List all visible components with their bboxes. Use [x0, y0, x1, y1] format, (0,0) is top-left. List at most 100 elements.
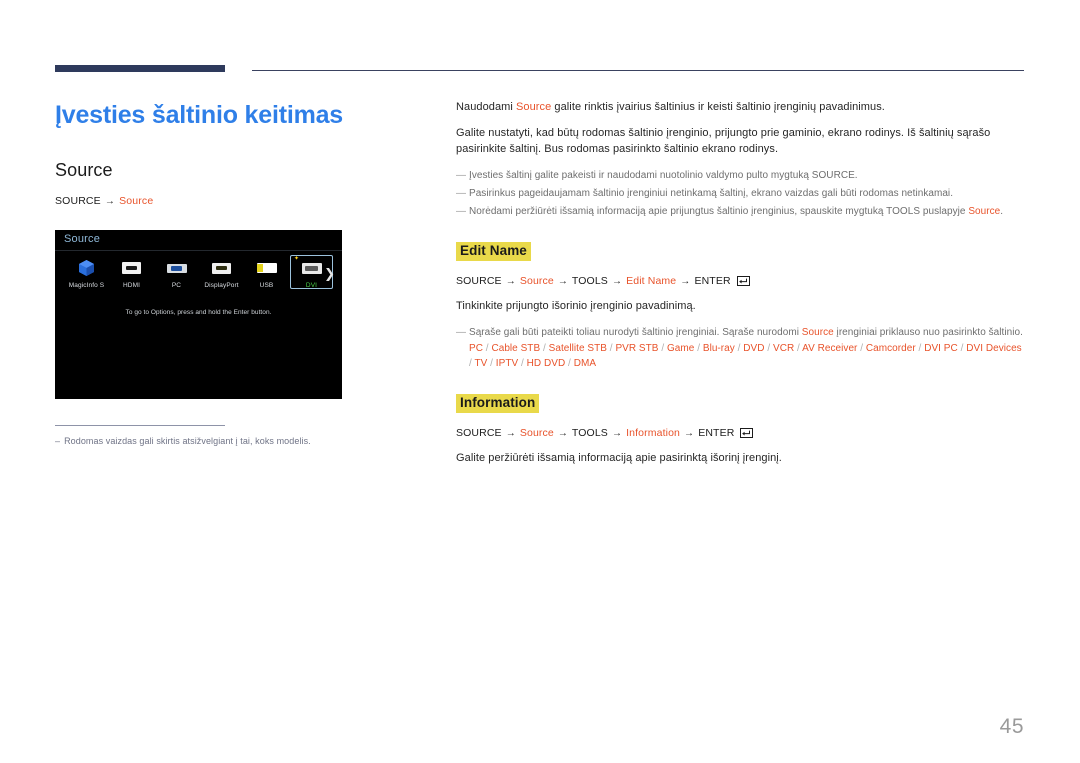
device-name: Camcorder — [865, 343, 916, 354]
tv-source-item-pc[interactable]: PC — [154, 255, 199, 289]
path-segment-source-menu: Source — [519, 274, 554, 287]
note-dash-icon: — — [456, 206, 467, 218]
device-separator: / — [658, 343, 667, 354]
chevron-right-icon[interactable]: ❯ — [324, 267, 335, 280]
arrow-icon: → — [505, 427, 516, 439]
device-separator: / — [857, 343, 866, 354]
hdmi-port-icon — [109, 257, 154, 279]
note-highlight: Source — [801, 326, 834, 338]
path-segment-source-button: SOURCE — [456, 274, 502, 287]
enter-key-glyph — [740, 427, 754, 438]
edit-name-body: Tinkinkite prijungto išorinio įrenginio … — [456, 299, 696, 312]
tv-source-label: DVI — [305, 282, 318, 289]
tv-source-item-displayport[interactable]: DisplayPort — [199, 255, 244, 289]
edit-name-heading: Edit Name — [456, 242, 531, 261]
note-highlight: Source — [968, 206, 1001, 218]
screenshot-footnote: – Rodomas vaizdas gali skirtis atsižvelgi… — [55, 425, 435, 448]
device-name: Satellite STB — [548, 343, 607, 354]
footnote-text: – Rodomas vaizdas gali skirtis atsižvelgi… — [55, 436, 435, 448]
path-segment-tools: TOOLS — [571, 426, 608, 439]
path-segment-source-button: SOURCE — [456, 426, 502, 439]
device-separator: / — [487, 358, 496, 370]
device-separator: / — [764, 343, 773, 354]
information-menu-path: SOURCE → Source → TOOLS → Information → … — [456, 427, 1026, 441]
tv-hint-text: To go to Options, press and hold the Ent… — [125, 309, 272, 316]
tv-header-bar: Source — [55, 230, 342, 251]
device-name: IPTV — [495, 358, 519, 370]
enter-key-glyph — [736, 275, 750, 286]
device-separator: / — [540, 343, 549, 354]
tv-source-item-hdmi[interactable]: HDMI — [109, 255, 154, 289]
path-segment-enter: ENTER — [694, 274, 731, 287]
device-separator: / — [565, 358, 574, 370]
tv-source-label: PC — [171, 282, 182, 289]
header-rule-thin — [252, 70, 1024, 71]
note-dash-icon: — — [456, 188, 467, 199]
information-heading: Information — [456, 394, 540, 413]
breadcrumb-arrow-icon: → — [104, 196, 116, 207]
document-page: Įvesties šaltinio keitimas Source SOURCE… — [0, 0, 1080, 763]
tv-source-label: USB — [259, 282, 274, 289]
usb-drive-icon — [244, 257, 289, 279]
note-post: įrenginiai priklauso nuo pasirinkto šalt… — [833, 326, 1023, 338]
device-name: HD DVD — [526, 358, 566, 370]
path-segment-information: Information — [626, 426, 680, 439]
device-name: AV Receiver — [802, 343, 858, 354]
vga-port-glyph — [166, 263, 187, 273]
tv-source-screenshot: Source MagicInfo S HDMI PC DisplayPort U… — [55, 230, 342, 399]
footnote-body: Rodomas vaizdas gali skirtis atsižvelgia… — [64, 436, 311, 446]
footnote-divider — [55, 425, 225, 426]
device-name: DVD — [743, 343, 765, 354]
tv-source-item-magicinfo[interactable]: MagicInfo S — [64, 255, 109, 289]
magicinfo-icon — [64, 257, 109, 279]
supported-device-list: PC / Cable STB / Satellite STB / PVR STB… — [469, 341, 1026, 371]
intro-highlight: Source — [516, 101, 552, 113]
right-column: Naudodami Source galite rinktis įvairius… — [456, 100, 1026, 477]
note-post: . — [1000, 206, 1004, 218]
paragraph-2: Galite nustatyti, kad būtų rodomas šalti… — [456, 126, 991, 155]
note-item: — Įvesties šaltinį galite pakeisti ir na… — [456, 168, 1026, 183]
tv-source-list: MagicInfo S HDMI PC DisplayPort USB ✦ DV… — [55, 255, 342, 289]
note-pre: Sąraše gali būti pateikti toliau nurodyt… — [469, 326, 802, 338]
arrow-icon: → — [684, 427, 695, 439]
tv-source-label: DisplayPort — [204, 282, 239, 289]
displayport-glyph — [212, 262, 231, 274]
page-title: Įvesties šaltinio keitimas — [55, 101, 344, 129]
device-name: DMA — [573, 358, 597, 370]
device-separator: / — [794, 343, 803, 354]
note-text: Įvesties šaltinį galite pakeisti ir naud… — [469, 169, 858, 181]
tv-source-row: MagicInfo S HDMI PC DisplayPort USB ✦ DV… — [55, 255, 342, 303]
tv-source-title: Source — [64, 233, 101, 245]
usb-drive-glyph — [256, 263, 277, 273]
enter-key-icon — [740, 427, 754, 441]
device-name: TV — [474, 358, 488, 370]
note-item: — Norėdami peržiūrėti išsamią informacij… — [456, 204, 1026, 219]
note-pre: Norėdami peržiūrėti išsamią informaciją … — [469, 206, 969, 218]
information-section: Information — [456, 374, 1026, 413]
device-separator: / — [957, 343, 967, 354]
intro-post: galite rinktis įvairius šaltinius ir kei… — [551, 101, 885, 113]
device-name: Cable STB — [491, 343, 541, 354]
tv-source-item-usb[interactable]: USB — [244, 255, 289, 289]
section-heading: Source — [55, 160, 113, 180]
displayport-icon — [199, 257, 244, 279]
note-text: Pasirinkus pageidaujamam šaltinio įrengi… — [469, 188, 954, 199]
device-name: VCR — [773, 343, 795, 354]
device-name: PVR STB — [615, 343, 659, 354]
dvi-port-glyph — [301, 262, 322, 274]
arrow-icon: → — [680, 275, 691, 287]
intro-paragraph: Naudodami Source galite rinktis įvairius… — [456, 100, 1026, 116]
breadcrumb-target: Source — [119, 195, 154, 207]
favorite-star-icon: ✦ — [294, 256, 300, 262]
page-number: 45 — [999, 715, 1024, 738]
path-segment-enter: ENTER — [698, 426, 735, 439]
device-separator: / — [694, 343, 703, 354]
device-name: PC — [469, 343, 483, 354]
path-segment-edit-name: Edit Name — [626, 274, 677, 287]
arrow-icon: → — [557, 275, 569, 287]
breadcrumb: SOURCE → Source — [55, 195, 427, 207]
hdmi-port-glyph — [122, 262, 141, 274]
arrow-icon: → — [505, 275, 516, 287]
tv-source-label: HDMI — [122, 282, 140, 289]
tv-source-label: MagicInfo S — [68, 282, 105, 289]
